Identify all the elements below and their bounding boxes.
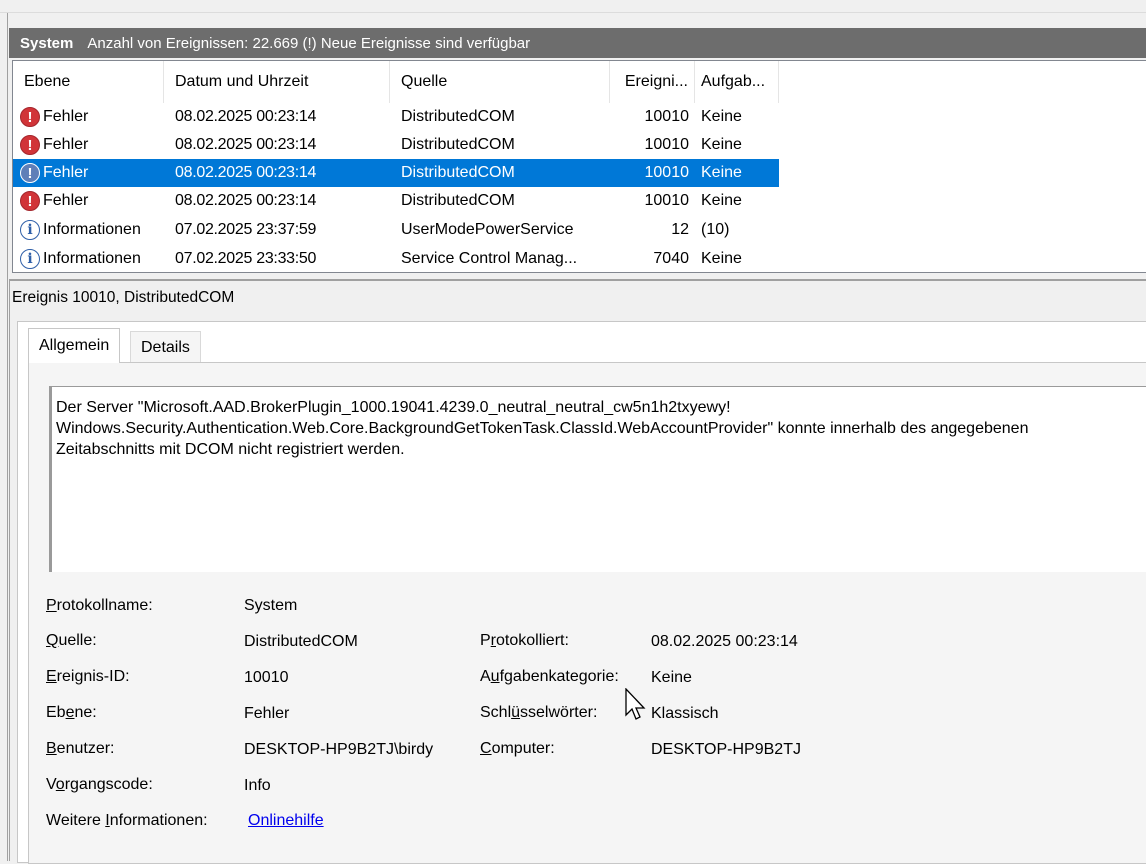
event-source: DistributedCOM [401, 192, 515, 209]
value-log-name[interactable]: System [244, 597, 297, 615]
event-details-title: Ereignis 10010, DistributedCOM [12, 289, 235, 306]
event-task: Keine [701, 250, 742, 267]
label-event-id: Ereignis-ID: [46, 668, 130, 685]
value-event-id[interactable]: 10010 [244, 669, 289, 687]
event-list-header: Ebene Datum und Uhrzeit Quelle Ereigni..… [13, 61, 779, 103]
event-source: DistributedCOM [401, 108, 515, 125]
left-pane-edge [0, 13, 8, 861]
event-row[interactable]: ! Fehler 08.02.2025 00:23:14 DistributedC… [13, 187, 779, 215]
label-log-name: Protokollname: [46, 597, 153, 614]
event-level: Fehler [43, 108, 89, 125]
label-level: Ebene: [46, 704, 97, 721]
label-task-category: Aufgabenkategorie: [480, 668, 619, 685]
event-date: 08.02.2025 00:23:14 [175, 108, 317, 125]
event-level: Fehler [43, 192, 89, 209]
event-date: 08.02.2025 00:23:14 [175, 164, 317, 181]
value-computer[interactable]: DESKTOP-HP9B2TJ [651, 741, 801, 759]
event-id: 10010 [644, 108, 690, 125]
event-id: 10010 [644, 192, 690, 209]
general-tab-body: Der Server "Microsoft.AAD.BrokerPlugin_1… [28, 362, 1146, 864]
event-level: Informationen [43, 250, 141, 267]
value-keywords[interactable]: Klassisch [651, 705, 719, 723]
event-source: DistributedCOM [401, 164, 515, 181]
top-strip [0, 0, 1146, 13]
column-header-source[interactable]: Quelle [390, 61, 610, 103]
log-title: System [20, 34, 74, 52]
tab-general[interactable]: Allgemein [28, 328, 121, 363]
event-source: UserModePowerService [401, 221, 574, 238]
event-date: 08.02.2025 00:23:14 [175, 192, 317, 209]
info-icon: i [20, 249, 40, 269]
value-source[interactable]: DistributedCOM [244, 633, 358, 651]
event-list[interactable]: Ebene Datum und Uhrzeit Quelle Ereigni..… [12, 60, 1146, 273]
event-row[interactable]: i Informationen 07.02.2025 23:37:59 UserM… [13, 216, 779, 244]
column-header-event-id[interactable]: Ereigni... [610, 61, 695, 103]
label-computer: Computer: [480, 740, 555, 757]
event-source: Service Control Manag... [401, 250, 578, 267]
event-date: 07.02.2025 23:37:59 [175, 221, 317, 238]
error-icon: ! [20, 163, 40, 183]
error-icon: ! [20, 135, 40, 155]
column-header-date[interactable]: Datum und Uhrzeit [164, 61, 390, 103]
event-level: Informationen [43, 221, 141, 238]
event-task: Keine [701, 192, 742, 209]
label-user: Benutzer: [46, 740, 115, 757]
label-opcode: Vorgangscode: [46, 776, 153, 793]
event-row[interactable]: ! Fehler 08.02.2025 00:23:14 DistributedC… [13, 131, 779, 159]
value-level[interactable]: Fehler [244, 705, 289, 723]
label-logged: Protokolliert: [480, 632, 569, 649]
event-level: Fehler [43, 164, 89, 181]
value-task-category[interactable]: Keine [651, 669, 692, 687]
tab-details[interactable]: Details [130, 331, 201, 363]
event-id: 10010 [644, 164, 690, 181]
event-id: 12 [671, 221, 689, 238]
value-logged[interactable]: 08.02.2025 00:23:14 [651, 633, 798, 651]
event-row[interactable]: ! Fehler 08.02.2025 00:23:14 DistributedC… [13, 103, 779, 131]
label-keywords: Schlüsselwörter: [480, 704, 598, 721]
event-source: DistributedCOM [401, 136, 515, 153]
event-row[interactable]: i Informationen 07.02.2025 23:33:50 Servi… [13, 245, 779, 272]
event-task: Keine [701, 108, 742, 125]
event-description[interactable]: Der Server "Microsoft.AAD.BrokerPlugin_1… [49, 386, 1146, 572]
event-count-notice[interactable]: Anzahl von Ereignissen: 22.669 (!) Neue … [87, 35, 530, 52]
event-properties-panel: Allgemein Details Der Server "Microsoft.… [17, 321, 1146, 864]
event-date: 07.02.2025 23:33:50 [175, 250, 317, 267]
online-help-link[interactable]: Onlinehilfe [248, 812, 324, 830]
label-source: Quelle: [46, 632, 97, 649]
mouse-pointer-icon [625, 688, 646, 720]
value-user[interactable]: DESKTOP-HP9B2TJ\birdy [244, 741, 433, 759]
event-task: (10) [701, 221, 730, 238]
event-date: 08.02.2025 00:23:14 [175, 136, 317, 153]
log-header-bar: System Anzahl von Ereignissen: 22.669 (!… [9, 28, 1146, 58]
event-task: Keine [701, 136, 742, 153]
value-opcode[interactable]: Info [244, 777, 271, 795]
error-icon: ! [20, 191, 40, 211]
column-header-task-category[interactable]: Aufgab... [695, 61, 779, 103]
label-more-info: Weitere Informationen: [46, 812, 208, 829]
event-details-pane: Ereignis 10010, DistributedCOM Allgemein… [9, 279, 1146, 864]
column-header-level[interactable]: Ebene [13, 61, 164, 103]
event-task: Keine [701, 164, 742, 181]
event-id: 10010 [644, 136, 690, 153]
info-icon: i [20, 220, 40, 240]
event-id: 7040 [653, 250, 689, 267]
error-icon: ! [20, 107, 40, 127]
event-level: Fehler [43, 136, 89, 153]
event-row-selected[interactable]: ! Fehler 08.02.2025 00:23:14 DistributedC… [13, 159, 779, 187]
